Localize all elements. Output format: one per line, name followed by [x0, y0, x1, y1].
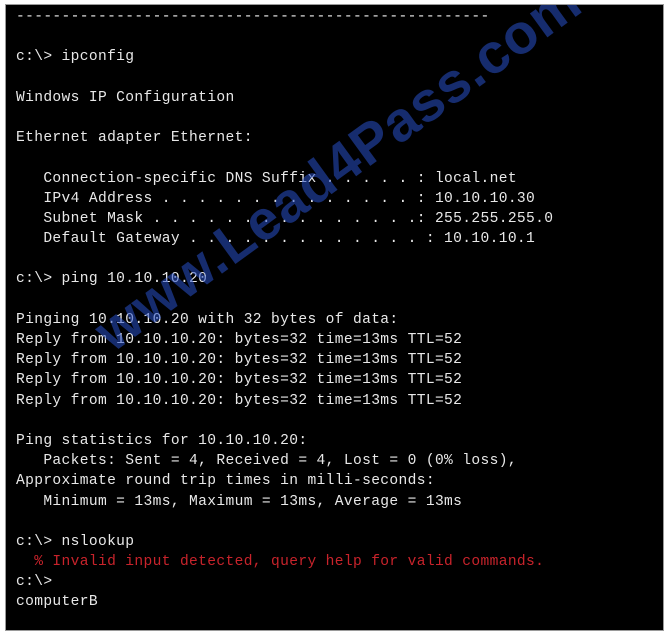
terminal-line: Default Gateway . . . . . . . . . . . . … — [16, 231, 536, 248]
terminal-line: Subnet Mask . . . . . . . . . . . . . . … — [16, 210, 554, 227]
terminal-line: Minimum = 13ms, Maximum = 13ms, Average … — [16, 493, 463, 510]
terminal-line: c:\> nslookup — [16, 533, 135, 550]
terminal-line: Reply from 10.10.10.20: bytes=32 time=13… — [16, 332, 463, 348]
terminal-line: computerB — [16, 594, 98, 611]
terminal-line: c:\> ping 10.10.10.20 — [16, 271, 208, 288]
terminal-line: c:\> — [16, 574, 53, 591]
terminal-output: ----------------------------------------… — [16, 7, 553, 613]
terminal-line: Reply from 10.10.10.20: bytes=32 time=13… — [16, 352, 463, 369]
terminal-line: Approximate round trip times in milli-se… — [16, 473, 435, 490]
terminal-line: Windows IP Configuration — [16, 89, 235, 106]
terminal-line: Ping statistics for 10.10.10.20: — [16, 432, 308, 449]
error-line: % Invalid input detected, query help for… — [16, 554, 545, 571]
terminal-line: ----------------------------------------… — [16, 9, 490, 25]
terminal-line: Ethernet adapter Ethernet: — [16, 130, 253, 147]
terminal-line: Reply from 10.10.10.20: bytes=32 time=13… — [16, 392, 463, 409]
terminal-line: c:\> ipconfig — [16, 49, 135, 66]
terminal-line: IPv4 Address . . . . . . . . . . . . . .… — [16, 190, 536, 207]
terminal-window: ----------------------------------------… — [5, 4, 664, 631]
terminal-line: Pinging 10.10.10.20 with 32 bytes of dat… — [16, 311, 399, 328]
terminal-line: Packets: Sent = 4, Received = 4, Lost = … — [16, 453, 517, 470]
terminal-line: Connection-specific DNS Suffix . . . . .… — [16, 170, 517, 187]
terminal-line: Reply from 10.10.10.20: bytes=32 time=13… — [16, 372, 463, 389]
